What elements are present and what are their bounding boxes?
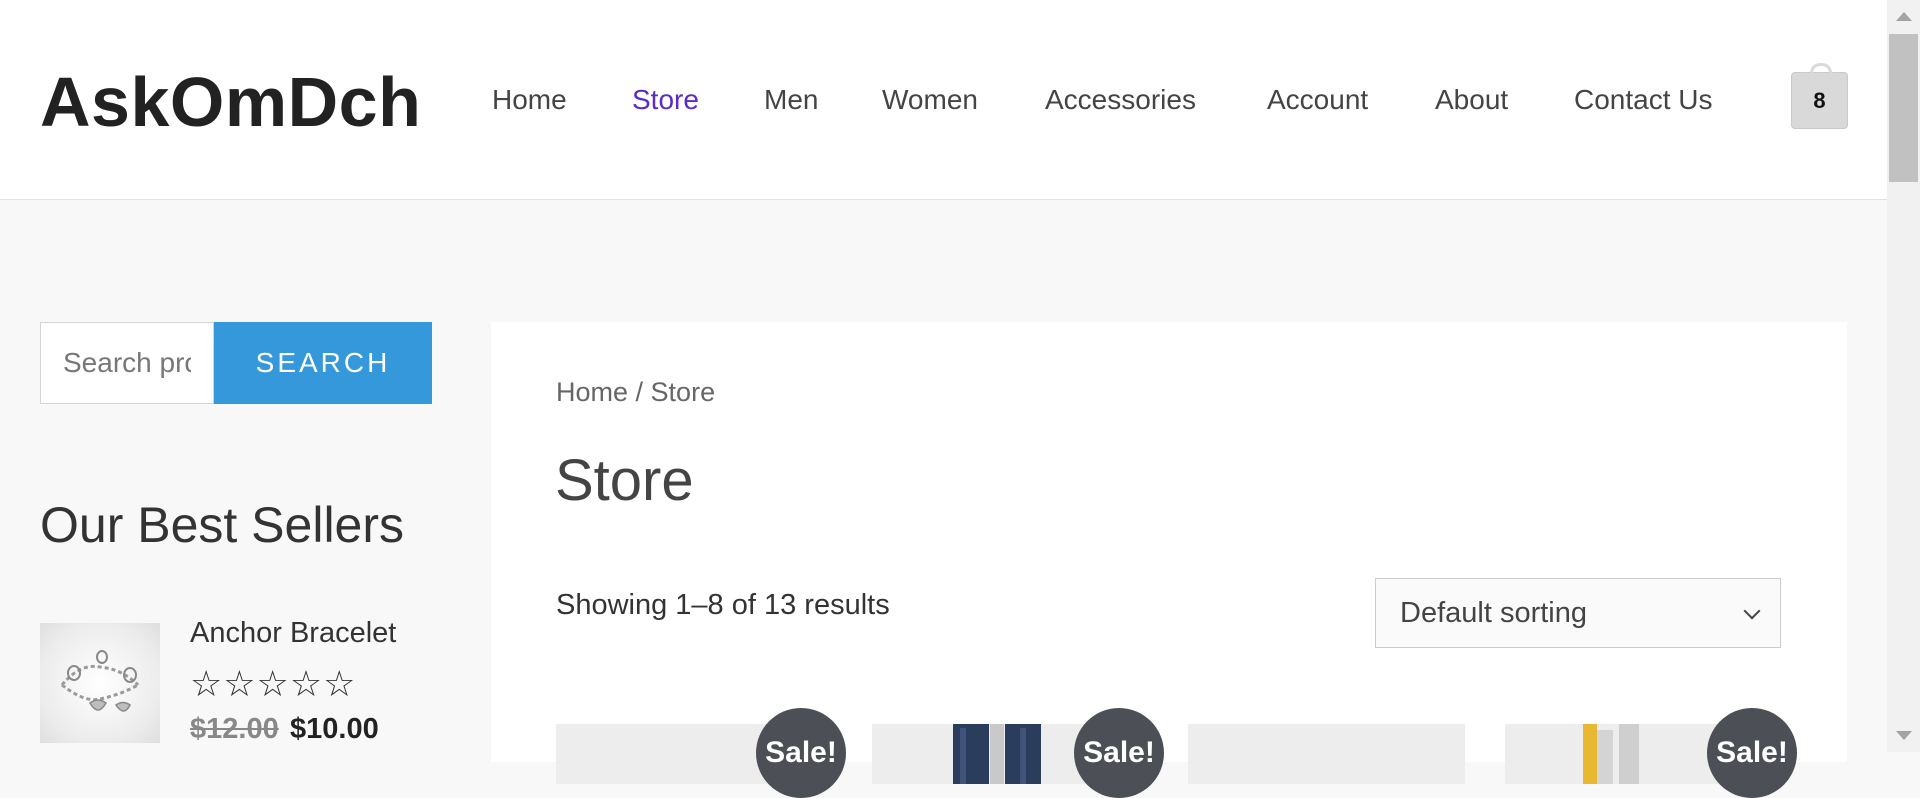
nav-item-home[interactable]: Home <box>492 80 567 120</box>
sorting-select[interactable]: Default sorting <box>1375 578 1781 648</box>
best-sellers-title: Our Best Sellers <box>40 497 405 553</box>
bracelet-image <box>60 650 140 712</box>
jeans-image <box>953 724 1041 784</box>
nav-item-account[interactable]: Account <box>1267 80 1368 120</box>
scroll-down-arrow-icon[interactable] <box>1896 731 1912 740</box>
site-header: AskOmDch Home Store Men Women Accessorie… <box>0 0 1887 200</box>
site-logo[interactable]: AskOmDch <box>40 62 421 142</box>
breadcrumb: Home / Store <box>556 377 715 408</box>
nav-item-women[interactable]: Women <box>882 80 978 120</box>
main-content: Home / Store Store Showing 1–8 of 13 res… <box>491 322 1847 798</box>
cart-count: 8 <box>1813 88 1826 113</box>
sale-badge: Sale! <box>1074 708 1164 798</box>
product-card[interactable] <box>1188 724 1465 784</box>
nav-item-men[interactable]: Men <box>764 80 818 120</box>
page-scrollbar[interactable] <box>1887 0 1920 752</box>
breadcrumb-separator: / <box>628 377 651 407</box>
rating-stars-icon: ☆☆☆☆☆ <box>190 663 357 704</box>
breadcrumb-home[interactable]: Home <box>556 377 628 407</box>
sale-badge: Sale! <box>1707 708 1797 798</box>
best-seller-new-price: $10.00 <box>290 713 379 745</box>
page-title: Store <box>555 448 694 513</box>
result-count: Showing 1–8 of 13 results <box>556 589 890 621</box>
cart-button[interactable]: 8 <box>1791 63 1848 129</box>
sorting-selected: Default sorting <box>1400 597 1587 629</box>
nav-item-accessories[interactable]: Accessories <box>1045 80 1196 120</box>
yellow-top-image <box>1583 724 1639 784</box>
chevron-down-icon <box>1743 602 1761 620</box>
nav-item-contact-us[interactable]: Contact Us <box>1574 80 1713 120</box>
nav-item-store[interactable]: Store <box>632 80 699 120</box>
nav-item-about[interactable]: About <box>1435 80 1508 120</box>
best-seller-name[interactable]: Anchor Bracelet <box>190 617 396 650</box>
breadcrumb-current: Store <box>650 377 716 407</box>
search-input[interactable] <box>40 322 214 404</box>
anchor-bracelet-image[interactable] <box>40 623 160 743</box>
scroll-thumb[interactable] <box>1889 34 1918 182</box>
sale-badge: Sale! <box>756 708 846 798</box>
best-seller-old-price: $12.00 <box>190 713 279 745</box>
scroll-up-arrow-icon[interactable] <box>1896 12 1912 21</box>
search-button[interactable]: SEARCH <box>214 322 432 404</box>
